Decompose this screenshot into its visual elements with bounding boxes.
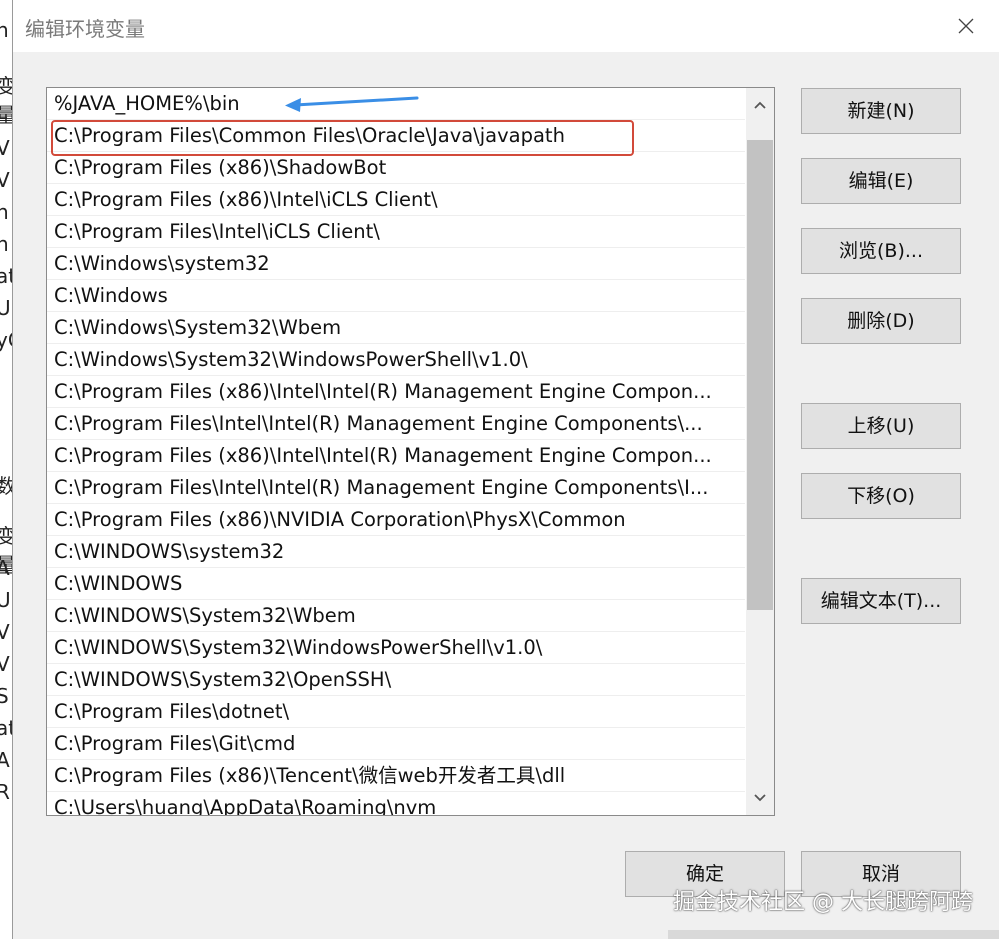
list-item[interactable]: C:\Program Files (x86)\NVIDIA Corporatio… [47, 504, 745, 536]
new-button[interactable]: 新建(N) [801, 88, 961, 134]
list-item[interactable]: C:\Program Files (x86)\Intel\Intel(R) Ma… [47, 440, 745, 472]
background-taskbar-strip [668, 930, 999, 939]
list-item[interactable]: C:\Program Files\dotnet\ [47, 696, 745, 728]
background-text: n [0, 200, 9, 224]
chevron-down-icon[interactable] [746, 783, 774, 813]
watermark: 掘金技术社区 @ 大长腿跨阿跨 [673, 890, 973, 915]
list-item[interactable]: C:\Users\huang\AppData\Roaming\nvm [47, 792, 745, 815]
background-text: R [0, 780, 10, 804]
edit-button[interactable]: 编辑(E) [801, 158, 961, 204]
background-text: n [0, 232, 9, 256]
background-text: V [0, 652, 10, 676]
background-text: U [0, 296, 11, 320]
list-item[interactable]: C:\WINDOWS [47, 568, 745, 600]
list-item[interactable]: C:\Windows\System32\Wbem [47, 312, 745, 344]
list-item[interactable]: C:\WINDOWS\System32\Wbem [47, 600, 745, 632]
list-item[interactable]: C:\Program Files\Intel\iCLS Client\ [47, 216, 745, 248]
list-item[interactable]: C:\Program Files\Git\cmd [47, 728, 745, 760]
close-icon[interactable] [952, 12, 980, 40]
background-text: U [0, 588, 11, 612]
background-text: S [0, 684, 9, 708]
list-item[interactable]: C:\Windows\System32\WindowsPowerShell\v1… [47, 344, 745, 376]
list-item[interactable]: C:\WINDOWS\System32\OpenSSH\ [47, 664, 745, 696]
chevron-up-icon[interactable] [746, 90, 774, 120]
list-item[interactable]: C:\Program Files (x86)\ShadowBot [47, 152, 745, 184]
list-item[interactable]: C:\Program Files (x86)\Intel\iCLS Client… [47, 184, 745, 216]
list-item[interactable]: C:\Program Files\Intel\Intel(R) Manageme… [47, 472, 745, 504]
move-up-button[interactable]: 上移(U) [801, 403, 961, 449]
list-item[interactable]: C:\WINDOWS\System32\WindowsPowerShell\v1… [47, 632, 745, 664]
edit-env-variable-dialog: 编辑环境变量 %JAVA_HOME%\bin C:\Program Files\… [12, 0, 999, 939]
background-text: V [0, 620, 10, 644]
list-item[interactable]: C:\Windows\system32 [47, 248, 745, 280]
background-text: V [0, 136, 10, 160]
vertical-scrollbar[interactable] [746, 88, 774, 815]
edit-text-button[interactable]: 编辑文本(T)... [801, 578, 961, 624]
path-list[interactable]: %JAVA_HOME%\bin C:\Program Files\Common … [46, 87, 775, 816]
background-text: V [0, 168, 10, 192]
list-item[interactable]: C:\WINDOWS\system32 [47, 536, 745, 568]
background-text: L [0, 100, 7, 124]
background-text: A [0, 556, 10, 580]
title-bar[interactable]: 编辑环境变量 [13, 0, 999, 52]
delete-button[interactable]: 删除(D) [801, 298, 961, 344]
list-item[interactable]: %JAVA_HOME%\bin [47, 88, 745, 120]
path-list-items: %JAVA_HOME%\bin C:\Program Files\Common … [47, 88, 745, 815]
background-text: A [0, 748, 10, 772]
scrollbar-thumb[interactable] [747, 140, 773, 610]
browse-button[interactable]: 浏览(B)... [801, 228, 961, 274]
dialog-title: 编辑环境变量 [25, 17, 145, 41]
list-item[interactable]: C:\Program Files\Common Files\Oracle\Jav… [47, 120, 745, 152]
list-item[interactable]: C:\Program Files (x86)\Tencent\微信web开发者工… [47, 760, 745, 792]
list-item[interactable]: C:\Program Files\Intel\Intel(R) Manageme… [47, 408, 745, 440]
background-text: n [0, 18, 9, 42]
list-item[interactable]: C:\Windows [47, 280, 745, 312]
move-down-button[interactable]: 下移(O) [801, 473, 961, 519]
list-item[interactable]: C:\Program Files (x86)\Intel\Intel(R) Ma… [47, 376, 745, 408]
